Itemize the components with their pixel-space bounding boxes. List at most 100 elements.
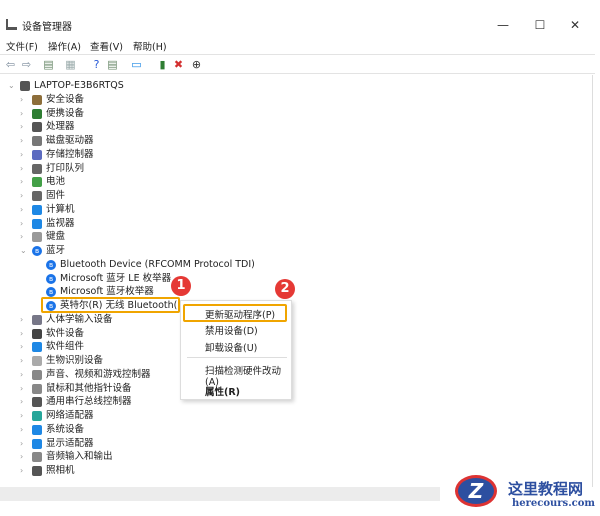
collapse-chevron-icon[interactable]: › xyxy=(20,327,30,341)
bluetooth-icon: ʙ xyxy=(46,259,56,270)
document-icon[interactable]: ▦ xyxy=(64,58,77,71)
collapse-chevron-icon[interactable]: › xyxy=(20,230,30,244)
menu-view[interactable]: 查看(V) xyxy=(90,39,123,53)
tree-item-label: 通用串行总线控制器 xyxy=(46,396,132,408)
collapse-chevron-icon[interactable]: › xyxy=(20,148,30,162)
device-category-icon xyxy=(32,122,42,133)
collapse-chevron-icon[interactable]: › xyxy=(20,395,30,409)
tree-item-label: 安全设备 xyxy=(46,93,85,105)
title-bar: 设备管理器 — ☐ ✕ xyxy=(0,14,600,36)
device-category-icon xyxy=(32,94,42,105)
device-category-icon xyxy=(32,411,42,421)
menu-bar: 文件(F) 操作(A) 查看(V) 帮助(H) xyxy=(0,37,595,53)
menu-separator xyxy=(187,357,287,358)
collapse-chevron-icon[interactable]: › xyxy=(20,203,30,217)
maximize-button[interactable]: ☐ xyxy=(525,16,555,34)
window-title: 设备管理器 xyxy=(22,22,72,33)
device-category-icon xyxy=(32,218,42,229)
tree-item-label: 音频输入和输出 xyxy=(46,451,113,463)
collapse-chevron-icon[interactable]: › xyxy=(20,437,30,451)
collapse-chevron-icon[interactable]: › xyxy=(20,450,30,464)
device-category-icon xyxy=(32,342,42,353)
tree-item-label: 蓝牙 xyxy=(46,245,66,256)
tree-item-label: 声音、视频和游戏控制器 xyxy=(46,368,151,380)
download-icon[interactable]: ⊕ xyxy=(190,58,203,71)
update-driver-icon[interactable]: ▮ xyxy=(156,58,169,71)
device-category-icon xyxy=(32,191,42,201)
bluetooth-icon: ʙ xyxy=(46,287,56,298)
step-badge-1: 1 xyxy=(171,276,191,296)
menu-file[interactable]: 文件(F) xyxy=(6,39,38,53)
collapse-chevron-icon[interactable]: › xyxy=(20,162,30,176)
minimize-button[interactable]: — xyxy=(488,16,518,34)
device-category-icon xyxy=(32,356,42,366)
menu-item-update-driver[interactable]: 更新驱动程序(P) xyxy=(205,307,275,321)
toolbar: ⇦ ⇨ ▤ ▦? ▤ ▭ ▮ ✖ ⊕ xyxy=(0,54,595,74)
device-category-icon xyxy=(32,452,42,463)
step-badge-2: 2 xyxy=(275,279,295,299)
collapse-chevron-icon[interactable]: › xyxy=(20,464,30,478)
collapse-chevron-icon[interactable]: › xyxy=(20,354,30,368)
device-category-icon xyxy=(32,136,42,146)
tree-item-label: 显示适配器 xyxy=(46,437,94,449)
device-category-icon xyxy=(32,177,42,188)
tree-item-label: 监视器 xyxy=(46,217,75,229)
tree-item-label: 网络适配器 xyxy=(46,410,94,421)
collapse-chevron-icon[interactable]: › xyxy=(20,423,30,437)
bluetooth-icon: ʙ xyxy=(46,273,56,284)
collapse-chevron-icon[interactable]: › xyxy=(20,93,30,107)
collapse-chevron-icon[interactable]: › xyxy=(20,107,30,121)
device-category-icon xyxy=(32,328,42,339)
tree-item-label: 电池 xyxy=(46,176,66,188)
tree-item-label: LAPTOP-E3B6RTQS xyxy=(34,80,124,91)
tree-item-label: 软件设备 xyxy=(46,327,85,339)
collapse-chevron-icon[interactable]: › xyxy=(20,368,30,382)
device-category-icon xyxy=(32,163,42,174)
view-icon[interactable]: ▤ xyxy=(106,58,119,71)
device-category-icon xyxy=(32,314,42,325)
collapse-chevron-icon[interactable]: › xyxy=(20,217,30,231)
help-icon[interactable]: ? xyxy=(90,58,103,71)
watermark-logo: Z xyxy=(455,475,497,507)
tree-item-label: 鼠标和其他指针设备 xyxy=(46,382,132,394)
menu-item-uninstall-device[interactable]: 卸载设备(U) xyxy=(205,340,257,354)
menu-help[interactable]: 帮助(H) xyxy=(133,39,167,53)
tree-item-label: 便携设备 xyxy=(46,107,85,119)
device-category-icon xyxy=(32,369,42,380)
device-category-icon xyxy=(32,108,42,119)
back-icon[interactable]: ⇦ xyxy=(4,58,17,71)
collapse-chevron-icon[interactable]: › xyxy=(20,189,30,203)
menu-action[interactable]: 操作(A) xyxy=(48,39,81,53)
device-category-icon xyxy=(32,149,42,160)
tree-item-label: Microsoft 蓝牙 LE 枚举器 xyxy=(60,272,172,284)
collapse-chevron-icon[interactable]: › xyxy=(20,340,30,354)
uninstall-icon[interactable]: ✖ xyxy=(172,58,185,71)
device-category-icon xyxy=(32,383,42,394)
device-manager-icon xyxy=(6,19,17,30)
device-category-icon xyxy=(32,424,42,435)
context-menu: 更新驱动程序(P) 禁用设备(D) 卸载设备(U) 扫描检测硬件改动(A) 属性… xyxy=(180,300,292,400)
device-category-icon xyxy=(32,397,42,408)
monitor-icon[interactable]: ▭ xyxy=(130,58,143,71)
tree-item-label: Bluetooth Device (RFCOMM Protocol TDI) xyxy=(60,258,255,270)
bluetooth-icon: ʙ xyxy=(32,246,42,256)
expand-chevron-icon[interactable]: ⌄ xyxy=(8,79,18,93)
collapse-chevron-icon[interactable]: › xyxy=(20,134,30,148)
horizontal-scrollbar[interactable] xyxy=(0,487,440,501)
menu-item-properties[interactable]: 属性(R) xyxy=(205,384,240,398)
collapse-chevron-icon[interactable]: › xyxy=(20,313,30,327)
tree-item-label: 固件 xyxy=(46,190,66,201)
menu-item-disable-device[interactable]: 禁用设备(D) xyxy=(205,323,258,337)
close-button[interactable]: ✕ xyxy=(560,16,590,34)
tree-item-label: 人体学输入设备 xyxy=(46,313,113,325)
collapse-chevron-icon[interactable]: › xyxy=(20,120,30,134)
collapse-chevron-icon[interactable]: › xyxy=(20,409,30,423)
collapse-chevron-icon[interactable]: › xyxy=(20,382,30,396)
properties-window-icon[interactable]: ▤ xyxy=(42,58,55,71)
expand-chevron-icon[interactable]: ⌄ xyxy=(20,244,30,258)
device-category-icon xyxy=(32,438,42,449)
collapse-chevron-icon[interactable]: › xyxy=(20,175,30,189)
tree-item-label: 磁盘驱动器 xyxy=(46,135,94,146)
forward-icon[interactable]: ⇨ xyxy=(20,58,33,71)
tree-item-label: 打印队列 xyxy=(46,162,85,174)
